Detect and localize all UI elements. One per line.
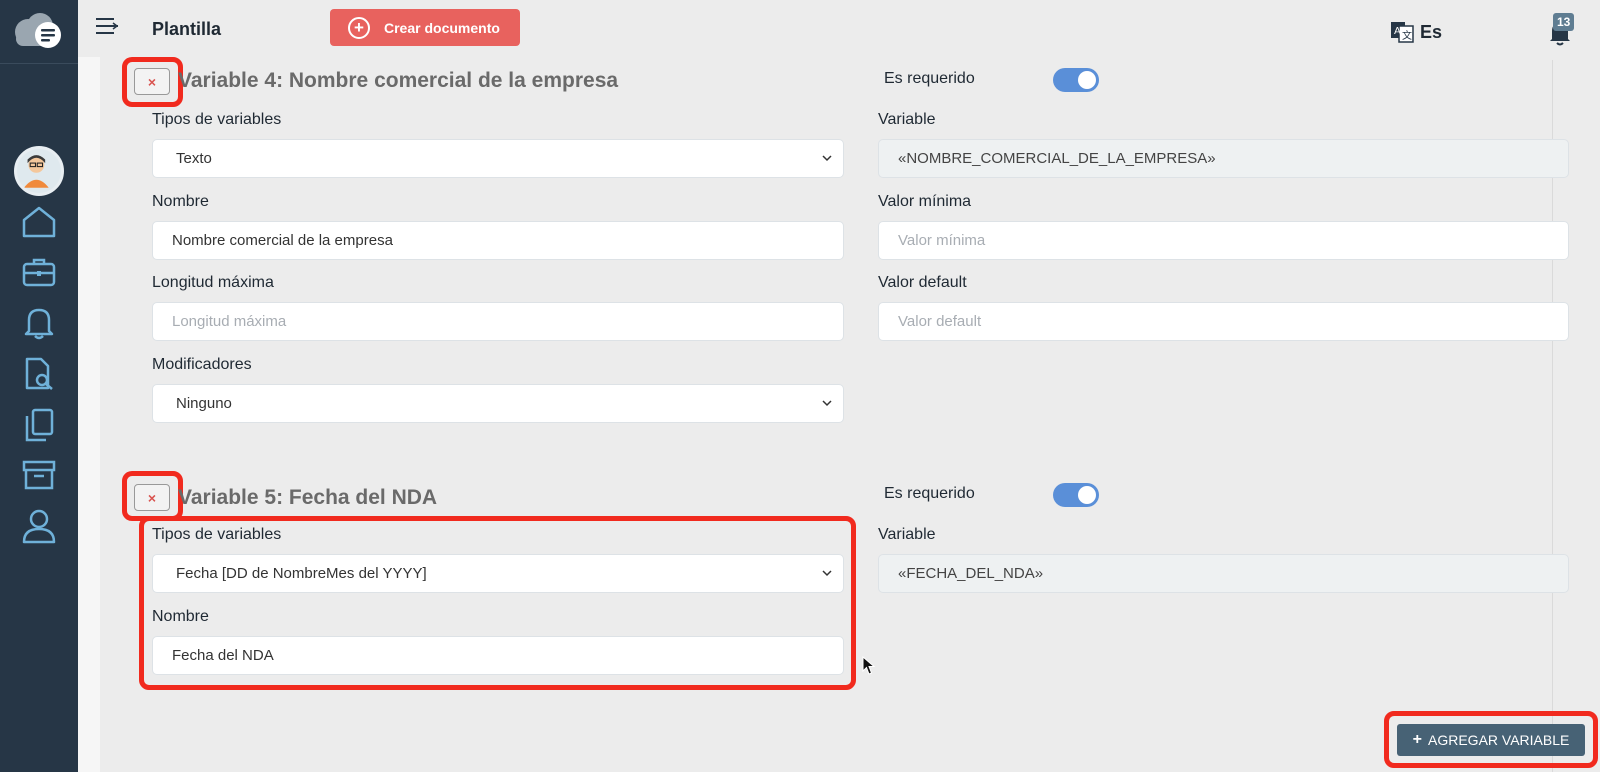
default-value-input[interactable]: Valor default	[878, 302, 1569, 341]
user-icon[interactable]	[19, 506, 59, 546]
variable-5-title: Variable 5: Fecha del NDA	[178, 486, 438, 509]
mouse-cursor-icon	[862, 656, 876, 675]
variable-4-title: Variable 4: Nombre comercial de la empre…	[178, 69, 619, 92]
variable-code-field: «FECHA_DEL_NDA»	[878, 554, 1569, 593]
type-label: Tipos de variables	[152, 526, 282, 543]
home-icon[interactable]	[19, 202, 59, 242]
max-length-input[interactable]: Longitud máxima	[152, 302, 844, 341]
notifications-badge: 13	[1553, 13, 1575, 31]
variable-code-field: «NOMBRE_COMERCIAL_DE_LA_EMPRESA»	[878, 139, 1569, 178]
delete-variable-4-button[interactable]: ×	[134, 68, 170, 95]
modifiers-select[interactable]: Ninguno	[152, 384, 844, 423]
bell-icon[interactable]	[19, 302, 59, 342]
chevron-down-icon	[822, 155, 832, 162]
required-label: Es requerido	[884, 70, 975, 87]
type-select[interactable]: Texto	[152, 139, 844, 178]
name-label: Nombre	[152, 608, 209, 625]
user-avatar-icon	[24, 155, 49, 188]
menu-toggle-icon[interactable]	[94, 14, 120, 38]
name-input[interactable]: Fecha del NDA	[152, 636, 844, 675]
briefcase-icon[interactable]	[19, 252, 59, 292]
copy-icon[interactable]	[19, 405, 59, 445]
min-value-input[interactable]: Valor mínima	[878, 221, 1569, 260]
logo-area	[0, 0, 78, 64]
modifiers-label: Modificadores	[152, 356, 252, 373]
required-toggle[interactable]	[1053, 483, 1099, 507]
create-document-label: Crear documento	[384, 19, 500, 36]
delete-variable-5-button[interactable]: ×	[134, 484, 170, 511]
modifiers-select-value: Ninguno	[176, 395, 232, 412]
min-value-label: Valor mínima	[878, 193, 972, 210]
plus-circle-icon: +	[348, 16, 370, 39]
type-label: Tipos de variables	[152, 111, 282, 128]
add-variable-label: AGREGAR VARIABLE	[1428, 732, 1570, 748]
svg-text:文: 文	[1402, 29, 1412, 42]
content-left-edge	[78, 57, 100, 772]
archive-icon[interactable]	[19, 455, 59, 495]
language-label: Es	[1420, 21, 1443, 42]
create-document-button[interactable]: + Crear documento	[330, 9, 520, 46]
translate-icon: A 文	[1391, 22, 1414, 43]
max-length-label: Longitud máxima	[152, 274, 274, 291]
top-header: Plantilla + Crear documento	[78, 0, 1600, 57]
app-logo-icon[interactable]	[10, 12, 66, 50]
type-select[interactable]: Fecha [DD de NombreMes del YYYY]	[152, 554, 844, 593]
document-search-icon[interactable]	[19, 354, 59, 394]
sidebar	[0, 0, 78, 772]
page-title: Plantilla	[152, 19, 222, 39]
name-input[interactable]: Nombre comercial de la empresa	[152, 221, 844, 260]
default-value-label: Valor default	[878, 274, 967, 291]
type-select-value: Fecha [DD de NombreMes del YYYY]	[176, 565, 427, 582]
chevron-down-icon	[822, 400, 832, 407]
variable-label: Variable	[878, 111, 936, 128]
required-toggle[interactable]	[1053, 68, 1099, 92]
svg-text:A: A	[1394, 26, 1401, 37]
required-label: Es requerido	[884, 485, 975, 502]
type-select-value: Texto	[176, 150, 212, 167]
variable-label: Variable	[878, 526, 936, 543]
chevron-down-icon	[822, 570, 832, 577]
language-selector[interactable]: A 文 Es	[1390, 20, 1442, 44]
add-variable-button[interactable]: + AGREGAR VARIABLE	[1397, 724, 1585, 756]
name-label: Nombre	[152, 193, 209, 210]
avatar[interactable]	[14, 146, 64, 196]
plus-icon: +	[1412, 731, 1422, 748]
